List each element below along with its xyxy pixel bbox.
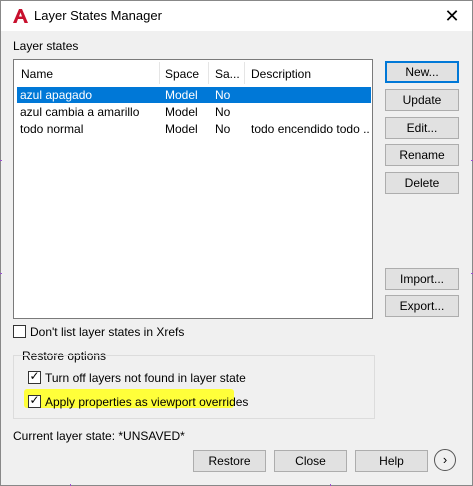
background-line	[0, 160, 2, 161]
apply-properties-label: Apply properties as viewport overrides	[45, 395, 249, 409]
row-saved: No	[215, 88, 231, 102]
new-button[interactable]: New...	[385, 61, 459, 83]
column-separator	[208, 62, 209, 84]
turn-off-layers-label: Turn off layers not found in layer state	[45, 371, 246, 385]
export-button[interactable]: Export...	[385, 295, 459, 317]
background-line	[0, 273, 2, 274]
row-name: azul cambia a amarillo	[20, 105, 140, 119]
import-button[interactable]: Import...	[385, 268, 459, 290]
row-space: Model	[165, 122, 198, 136]
chevron-right-icon[interactable]: ›	[434, 449, 456, 471]
edit-button[interactable]: Edit...	[385, 117, 459, 139]
window-title: Layer States Manager	[34, 8, 162, 23]
row-space: Model	[165, 88, 198, 102]
layer-states-label: Layer states	[13, 39, 79, 53]
autocad-a-icon	[13, 9, 28, 23]
row-saved: No	[215, 122, 231, 136]
close-button[interactable]: Close	[274, 450, 347, 472]
row-saved: No	[215, 105, 231, 119]
table-row[interactable]: todo normal Model No todo encendido todo…	[17, 121, 371, 137]
help-button[interactable]: Help	[355, 450, 428, 472]
title-bar: Layer States Manager ✕	[1, 1, 472, 31]
column-header-name[interactable]: Name	[21, 67, 53, 81]
column-separator	[244, 62, 245, 84]
turn-off-layers-checkbox[interactable]: ✓	[28, 369, 41, 384]
close-icon[interactable]: ✕	[437, 5, 467, 27]
column-separator	[159, 62, 160, 84]
delete-button[interactable]: Delete	[385, 172, 459, 194]
restore-button[interactable]: Restore	[193, 450, 266, 472]
dont-list-xrefs-label: Don't list layer states in Xrefs	[30, 325, 185, 339]
row-description: todo encendido todo ...	[251, 122, 369, 136]
restore-options-group	[13, 355, 375, 419]
row-name: todo normal	[20, 122, 84, 136]
current-layer-state: Current layer state: *UNSAVED*	[13, 429, 185, 443]
column-header-description[interactable]: Description	[251, 67, 311, 81]
update-button[interactable]: Update	[385, 89, 459, 111]
table-row[interactable]: azul cambia a amarillo Model No	[17, 104, 371, 120]
dont-list-xrefs-checkbox[interactable]	[13, 325, 26, 338]
row-name: azul apagado	[20, 88, 93, 102]
column-header-space[interactable]: Space	[165, 67, 199, 81]
checkmark-icon: ✓	[29, 393, 40, 407]
column-header-saved[interactable]: Sa...	[215, 67, 240, 81]
checkmark-icon: ✓	[29, 369, 40, 383]
row-space: Model	[165, 105, 198, 119]
rename-button[interactable]: Rename	[385, 144, 459, 166]
apply-properties-checkbox[interactable]: ✓	[28, 393, 41, 408]
layer-states-list[interactable]: Name Space Sa... Description azul apagad…	[13, 59, 373, 319]
table-row[interactable]: azul apagado Model No	[17, 87, 371, 103]
